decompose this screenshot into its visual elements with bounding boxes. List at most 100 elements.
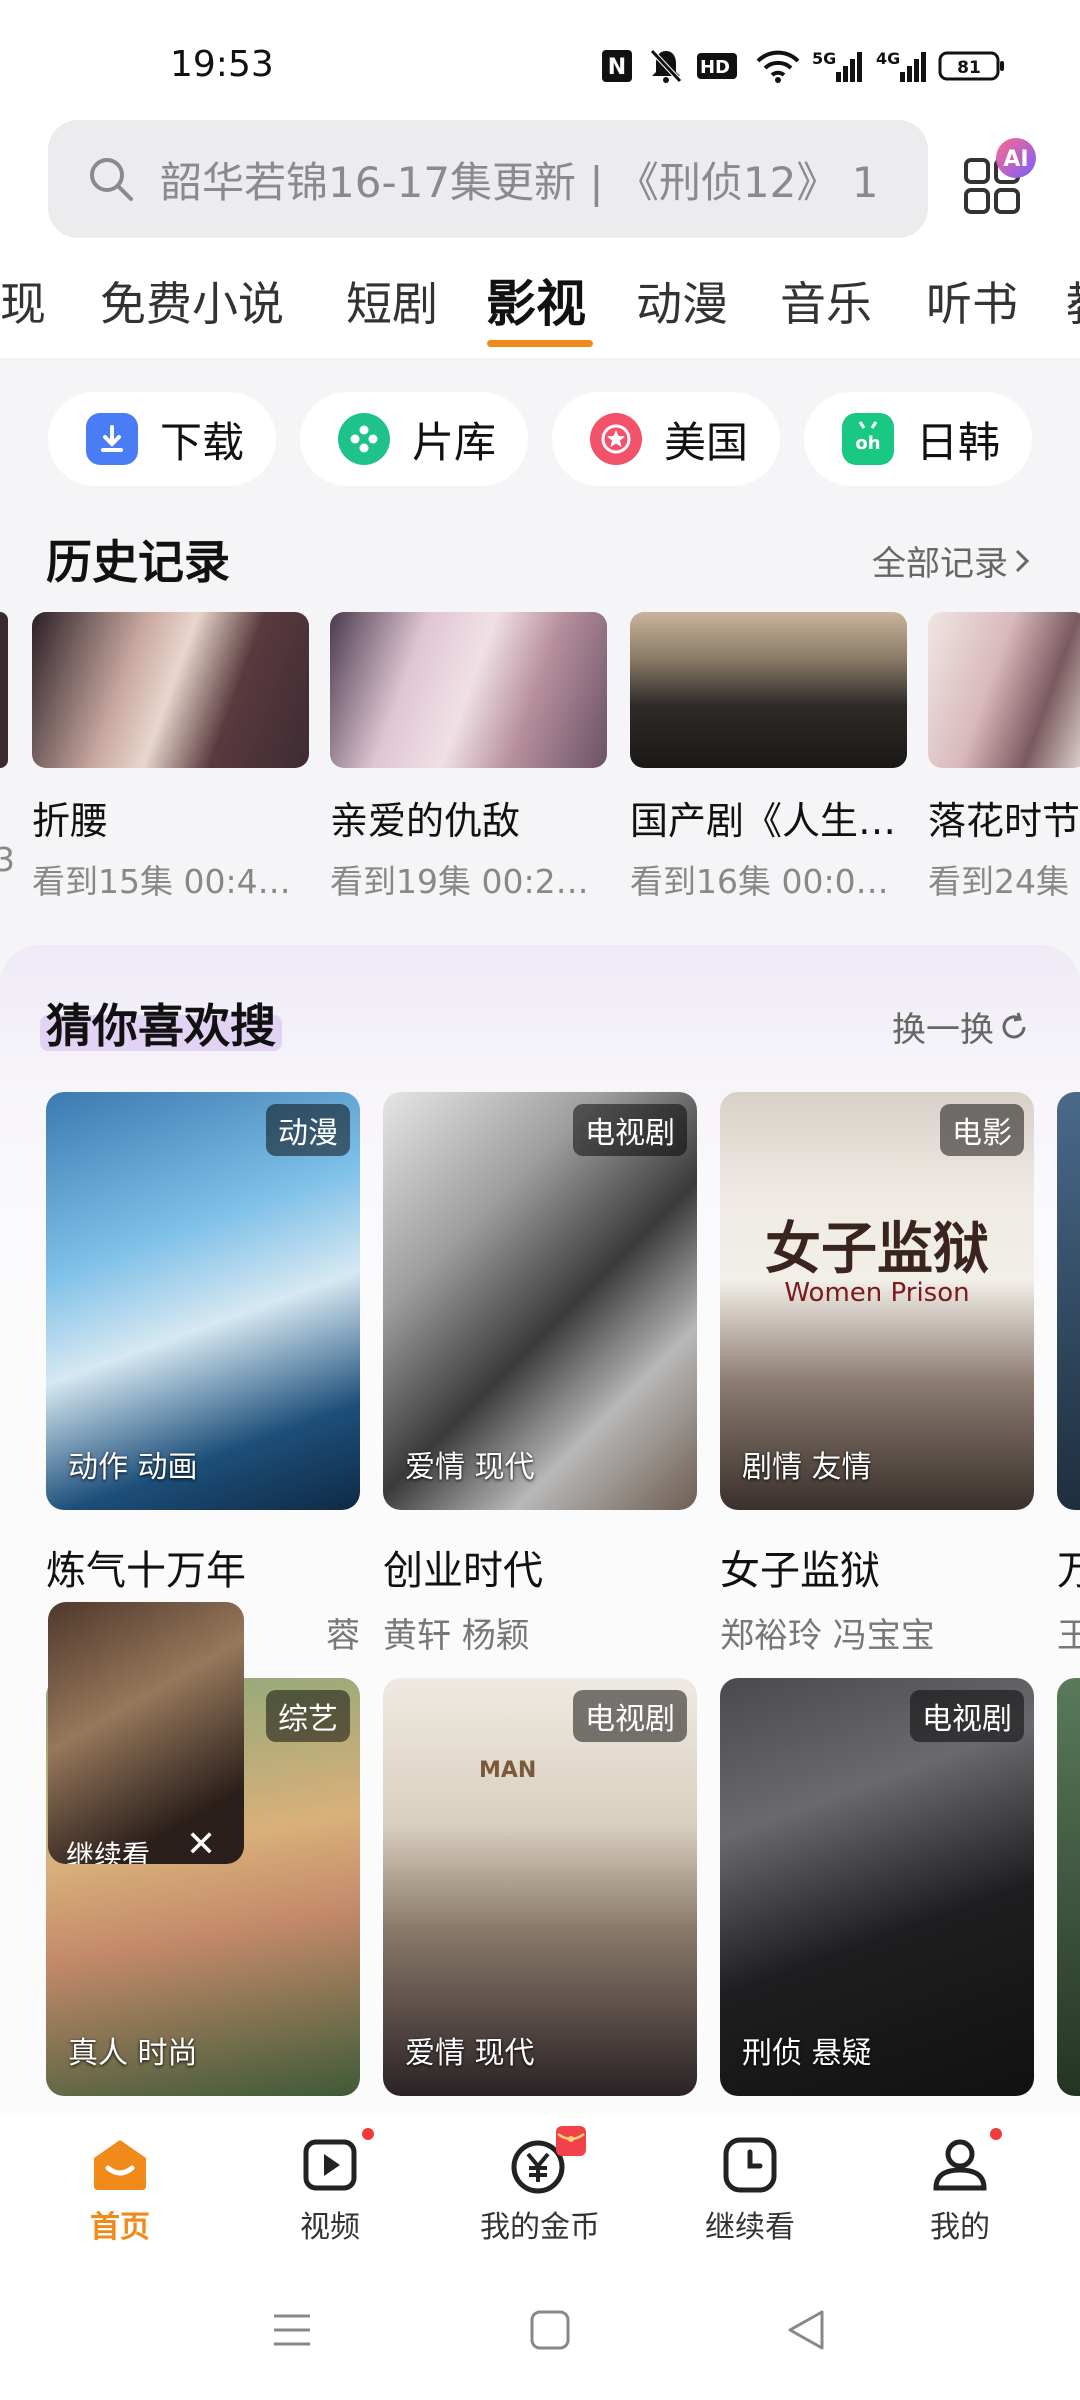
- genre-tags: 爱情 现代: [405, 2036, 535, 2071]
- chip-label: 日韩: [916, 417, 1001, 467]
- chevron-right-icon: [1012, 545, 1032, 577]
- history-item-progress: 看到24集: [928, 862, 1069, 901]
- tab-film-tv[interactable]: 影视: [486, 268, 586, 336]
- ai-apps-button[interactable]: AI: [958, 138, 1042, 222]
- genre-tags: 刑侦 悬疑: [742, 2036, 872, 2071]
- download-icon: [86, 413, 138, 465]
- chip-film-library[interactable]: 片库: [300, 392, 528, 486]
- history-item-title: 落花时节又: [928, 799, 1080, 843]
- recommend-card[interactable]: 动漫 动作 动画 炼气十万年 蓉: [46, 1092, 360, 1657]
- recommend-card[interactable]: 电视剧 MAN 爱情 现代: [383, 1678, 697, 2096]
- back-icon[interactable]: [784, 2308, 828, 2356]
- genre-tags: 剧情 友情: [742, 1450, 872, 1485]
- category-badge: 动漫: [266, 1104, 350, 1156]
- history-thumbnail: [630, 612, 907, 768]
- svg-text:5G: 5G: [812, 49, 836, 68]
- history-item[interactable]: 国产剧《人生若... 看到16集 00:06...: [630, 612, 907, 903]
- recommend-card[interactable]: 电视剧 刑侦 悬疑: [720, 1678, 1034, 2096]
- category-badge: 电视剧: [573, 1690, 687, 1742]
- chip-download[interactable]: 下载: [48, 392, 276, 486]
- nav-profile[interactable]: 我的: [890, 2136, 1030, 2246]
- menu-icon[interactable]: [270, 2310, 314, 2354]
- profile-icon: [930, 2136, 990, 2194]
- tab-short-drama[interactable]: 短剧: [346, 268, 438, 334]
- card-subtitle: 郑裕玲 冯宝宝: [720, 1616, 935, 1656]
- tab-partial-right[interactable]: 教: [1066, 268, 1080, 334]
- nav-video-label: 视频: [300, 2210, 360, 2245]
- category-badge: 电影: [940, 1104, 1024, 1156]
- card-subtitle: 黄轩 杨颖: [383, 1616, 530, 1656]
- card-title: 女子监狱: [720, 1548, 880, 1594]
- chip-usa[interactable]: 美国: [552, 392, 780, 486]
- tab-anime[interactable]: 动漫: [636, 268, 728, 334]
- notification-dot: [990, 2128, 1002, 2140]
- history-item-title: 折腰: [32, 799, 109, 843]
- float-label: 继续看: [66, 1839, 151, 1864]
- poster-subtitle-art: MAN: [479, 1758, 537, 1783]
- poster-image: 电视剧 刑侦 悬疑: [720, 1678, 1034, 2096]
- poster-image: 电影 女子监狱 Women Prison 剧情 友情: [720, 1092, 1034, 1510]
- recommend-card-partial[interactable]: 万 王: [1057, 1092, 1080, 1657]
- history-item[interactable]: 落花时节又 看到24集: [928, 612, 1080, 903]
- nav-continue[interactable]: 继续看: [680, 2136, 820, 2246]
- history-item-progress: 看到15集 00:42...: [32, 862, 309, 901]
- home-button-icon[interactable]: [528, 2308, 572, 2356]
- svg-text:N: N: [608, 55, 626, 80]
- clock-icon: [720, 2136, 780, 2194]
- video-icon: [300, 2136, 360, 2194]
- refresh-button[interactable]: 换一换: [892, 1002, 1030, 1051]
- nav-video[interactable]: 视频: [260, 2136, 400, 2246]
- poster-subtitle-art: Women Prison: [784, 1278, 970, 1308]
- nav-home[interactable]: 首页: [50, 2136, 190, 2246]
- chip-label: 片库: [412, 417, 497, 467]
- history-item[interactable]: 亲爱的仇敌 看到19集 00:20...: [330, 612, 607, 903]
- recommend-card[interactable]: 电视剧 爱情 现代 创业时代 黄轩 杨颖: [383, 1092, 697, 1657]
- close-icon[interactable]: ✕: [186, 1824, 216, 1864]
- history-thumbnail: [330, 612, 607, 768]
- continue-watching-float[interactable]: 继续看 ✕: [48, 1602, 244, 1864]
- poster-image: [1057, 1092, 1080, 1510]
- poster-image: 电视剧 爱情 现代: [383, 1092, 697, 1510]
- tab-partial-left[interactable]: 现: [0, 268, 46, 334]
- svg-text:HD: HD: [700, 57, 730, 78]
- refresh-icon: [998, 1011, 1030, 1043]
- history-item[interactable]: 折腰 看到15集 00:42...: [32, 612, 309, 903]
- tv-icon: oh: [842, 413, 894, 465]
- history-thumbnail: [928, 612, 1080, 768]
- poster-image: 动漫 动作 动画: [46, 1092, 360, 1510]
- poster-title-art: 女子监狱: [765, 1217, 989, 1282]
- battery-icon: 81: [938, 48, 1006, 84]
- chip-label: 美国: [664, 417, 749, 467]
- card-title: 创业时代: [383, 1548, 543, 1594]
- card-subtitle: 王: [1057, 1616, 1080, 1656]
- all-history-link[interactable]: 全部记录: [872, 536, 1032, 585]
- tab-music[interactable]: 音乐: [780, 268, 872, 334]
- history-partial-thumb[interactable]: [0, 612, 8, 768]
- chip-label: 下载: [160, 417, 245, 467]
- all-history-label: 全部记录: [872, 544, 1008, 584]
- poster-image: 电视剧 MAN 爱情 现代: [383, 1678, 697, 2096]
- recommend-card-partial[interactable]: [1057, 1678, 1080, 2096]
- nav-coins[interactable]: 我的金币: [470, 2136, 610, 2246]
- tab-audiobooks[interactable]: 听书: [926, 268, 1018, 334]
- history-item-title: 国产剧《人生若...: [630, 799, 907, 843]
- svg-text:oh: oh: [855, 433, 880, 454]
- genre-tags: 爱情 现代: [405, 1450, 535, 1485]
- history-item-title: 亲爱的仇敌: [330, 799, 521, 843]
- card-title: 炼气十万年: [46, 1548, 246, 1594]
- category-badge: 综艺: [266, 1690, 350, 1742]
- refresh-label: 换一换: [892, 1010, 994, 1050]
- recommend-card[interactable]: 电影 女子监狱 Women Prison 剧情 友情 女子监狱 郑裕玲 冯宝宝: [720, 1092, 1034, 1657]
- search-bar[interactable]: 韶华若锦16-17集更新 | 《刑侦12》 1: [48, 120, 928, 238]
- genre-tags: 真人 时尚: [68, 2036, 198, 2071]
- nav-profile-label: 我的: [930, 2210, 990, 2245]
- tab-free-novels[interactable]: 免费小说: [100, 268, 284, 334]
- search-icon: [86, 154, 136, 204]
- recommend-title: 猜你喜欢搜: [46, 999, 276, 1053]
- star-badge-icon: [590, 413, 642, 465]
- category-badge: 电视剧: [910, 1690, 1024, 1742]
- chip-japan-korea[interactable]: oh 日韩: [804, 392, 1032, 486]
- svg-text:81: 81: [957, 58, 981, 78]
- history-partial-sub: 3: [0, 840, 15, 879]
- search-placeholder: 韶华若锦16-17集更新 | 《刑侦12》 1: [160, 157, 879, 207]
